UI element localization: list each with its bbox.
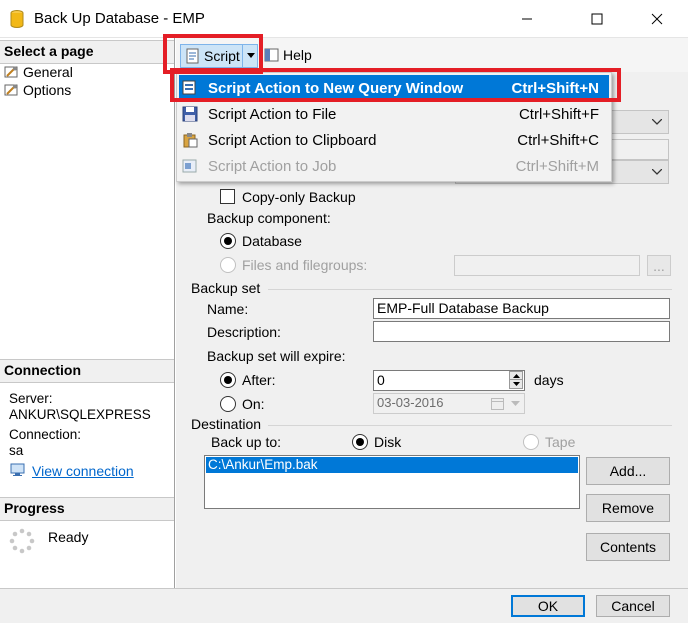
caret-up-icon [512, 373, 520, 378]
destination-heading: Destination [191, 416, 262, 432]
files-filegroups-label: Files and filegroups: [242, 257, 368, 273]
progress-status: Ready [48, 529, 89, 545]
copy-only-label: Copy-only Backup [242, 189, 356, 205]
menu-item-script-to-clipboard[interactable]: Script Action to Clipboard Ctrl+Shift+C [179, 127, 609, 153]
add-button[interactable]: Add... [586, 457, 670, 485]
chevron-down-icon [652, 119, 662, 125]
contents-button[interactable]: Contents [586, 533, 670, 561]
description-label: Description: [207, 324, 281, 340]
maximize-button[interactable] [574, 0, 620, 38]
page-item-label: General [23, 64, 73, 80]
disk-label: Disk [374, 434, 402, 450]
close-button[interactable] [634, 0, 680, 38]
job-icon [182, 159, 197, 173]
expire-on-radio[interactable] [220, 396, 236, 412]
ok-button[interactable]: OK [511, 595, 585, 617]
minimize-button[interactable] [504, 0, 550, 38]
select-page-heading: Select a page [0, 40, 174, 64]
menu-item-script-to-job[interactable]: Script Action to Job Ctrl+Shift+M [179, 153, 609, 179]
spin-up-button[interactable] [509, 371, 523, 380]
expire-after-radio[interactable] [220, 372, 236, 388]
destination-list[interactable]: C:\Ankur\Emp.bak [204, 455, 580, 509]
days-label: days [534, 372, 564, 388]
group-divider [268, 289, 672, 290]
filegroups-field [454, 255, 640, 276]
menu-item-label: Script Action to Clipboard [208, 131, 377, 149]
wrench-page-icon [4, 83, 20, 97]
left-panel: Select a page General Options Connection… [0, 38, 175, 588]
disk-radio[interactable] [352, 434, 368, 450]
window-title: Back Up Database - EMP [34, 10, 205, 27]
name-label: Name: [207, 301, 249, 317]
view-connection-link[interactable]: View connection [32, 463, 134, 479]
calendar-icon [491, 398, 504, 410]
database-radio-label: Database [242, 233, 302, 249]
description-input[interactable] [373, 321, 670, 342]
help-icon [264, 48, 279, 62]
progress-heading: Progress [0, 497, 174, 521]
help-button-label: Help [283, 47, 312, 63]
days-spinner[interactable] [509, 371, 523, 390]
backup-set-heading: Backup set [191, 280, 261, 296]
back-up-to-label: Back up to: [211, 434, 282, 450]
spin-down-button[interactable] [509, 380, 523, 389]
cancel-button[interactable]: Cancel [596, 595, 670, 617]
server-label: Server: [9, 391, 53, 406]
page-item-label: Options [23, 82, 72, 98]
menu-item-shortcut: Ctrl+Shift+M [515, 157, 599, 175]
wrench-page-icon [4, 65, 20, 79]
expire-date-picker[interactable]: 03-03-2016 [373, 393, 525, 414]
backup-component-label: Backup component: [207, 210, 331, 226]
browse-filegroups-button[interactable]: ... [647, 255, 671, 276]
chevron-down-icon [652, 169, 662, 175]
menu-item-label: Script Action to File [208, 105, 337, 123]
maximize-icon [591, 13, 603, 25]
spinner-icon [9, 528, 35, 554]
chevron-down-icon [511, 401, 520, 406]
close-icon [651, 13, 663, 25]
database-radio[interactable] [220, 233, 236, 249]
annotation-highlight-menu-item [170, 68, 621, 102]
minimize-icon [522, 18, 532, 20]
expire-days-input[interactable]: 0 [373, 370, 525, 391]
on-label: On: [242, 396, 265, 412]
remove-button[interactable]: Remove [586, 494, 670, 522]
tape-radio[interactable] [523, 434, 539, 450]
menu-item-label: Script Action to Job [208, 157, 337, 175]
destination-item[interactable]: C:\Ankur\Emp.bak [206, 457, 578, 473]
expire-days-value: 0 [377, 372, 385, 388]
group-divider [268, 425, 672, 426]
connection-label: Connection: [9, 427, 82, 442]
page-item-general[interactable]: General [4, 63, 73, 81]
connection-heading: Connection [0, 359, 174, 383]
tape-label: Tape [545, 434, 576, 450]
menu-item-script-to-file[interactable]: Script Action to File Ctrl+Shift+F [179, 101, 609, 127]
backup-name-input[interactable]: EMP-Full Database Backup [373, 298, 670, 319]
menu-item-shortcut: Ctrl+Shift+C [517, 131, 599, 149]
expire-label: Backup set will expire: [207, 348, 346, 364]
help-button[interactable]: Help [264, 47, 312, 63]
database-icon [10, 10, 24, 28]
copy-only-checkbox[interactable] [220, 189, 235, 204]
server-value: ANKUR\SQLEXPRESS [9, 407, 151, 422]
connection-value: sa [9, 443, 24, 458]
clipboard-icon [183, 133, 198, 148]
dialog-footer: OK Cancel [0, 588, 688, 623]
title-bar: Back Up Database - EMP [0, 0, 688, 38]
menu-item-shortcut: Ctrl+Shift+F [518, 105, 599, 123]
after-label: After: [242, 372, 276, 388]
expire-date-value: 03-03-2016 [377, 395, 444, 410]
caret-down-icon [512, 382, 520, 386]
page-item-options[interactable]: Options [4, 81, 71, 99]
connection-properties-icon [10, 463, 25, 476]
save-file-icon [182, 106, 198, 122]
files-filegroups-radio[interactable] [220, 257, 236, 273]
